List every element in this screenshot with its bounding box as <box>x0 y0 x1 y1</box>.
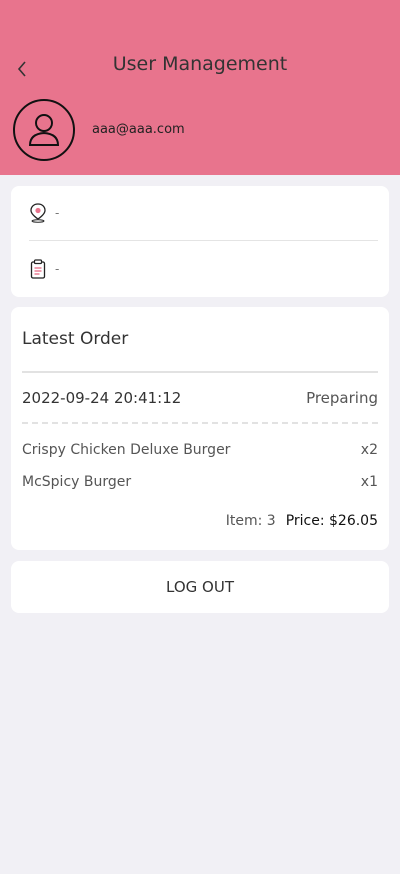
order-datetime: 2022-09-24 20:41:12 <box>22 389 182 407</box>
order-title: Latest Order <box>22 329 129 349</box>
header: User Management aaa@aaa.com <box>0 0 400 175</box>
note-row[interactable]: - <box>29 259 59 279</box>
order-price: Price: $26.05 <box>285 513 378 529</box>
avatar[interactable] <box>13 99 75 161</box>
note-value: - <box>55 262 60 276</box>
latest-order-card[interactable]: Latest Order 2022-09-24 20:41:12 Prepari… <box>11 307 389 550</box>
address-value: - <box>55 206 60 220</box>
order-item-name: McSpicy Burger <box>22 474 132 490</box>
order-item-qty: x2 <box>360 442 378 458</box>
order-item-qty: x1 <box>360 474 378 490</box>
order-status: Preparing <box>306 389 378 407</box>
user-email: aaa@aaa.com <box>92 122 185 137</box>
divider <box>22 371 378 373</box>
user-icon <box>28 114 60 146</box>
page-title: User Management <box>112 53 288 75</box>
dashed-divider <box>22 422 378 424</box>
order-item-name: Crispy Chicken Deluxe Burger <box>22 442 231 458</box>
logout-button[interactable]: LOG OUT <box>11 561 389 613</box>
info-card: - - <box>11 186 389 297</box>
location-pin-icon <box>30 203 46 223</box>
divider <box>29 240 378 241</box>
clipboard-icon <box>30 259 46 279</box>
address-row[interactable]: - <box>29 203 59 223</box>
item-count: Item: 3 <box>225 513 276 529</box>
order-summary: Item: 3 Price: $26.05 <box>226 513 378 529</box>
